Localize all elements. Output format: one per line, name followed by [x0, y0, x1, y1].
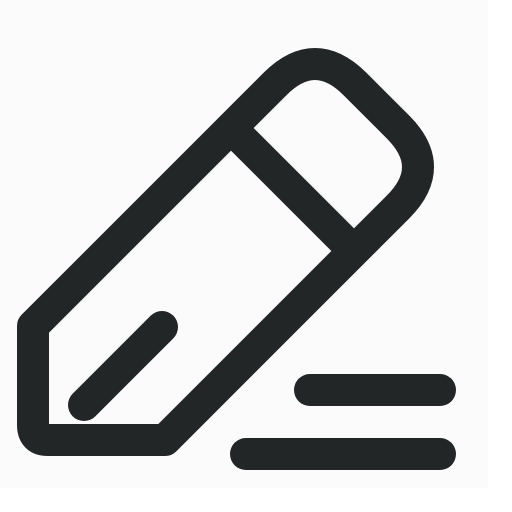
icon-canvas: edit-pencil-icon: [0, 0, 512, 512]
pencil-eraser-divider: [221, 118, 366, 263]
edit-pencil-icon: [17, 48, 456, 470]
pencil-inner-line: [68, 311, 178, 421]
